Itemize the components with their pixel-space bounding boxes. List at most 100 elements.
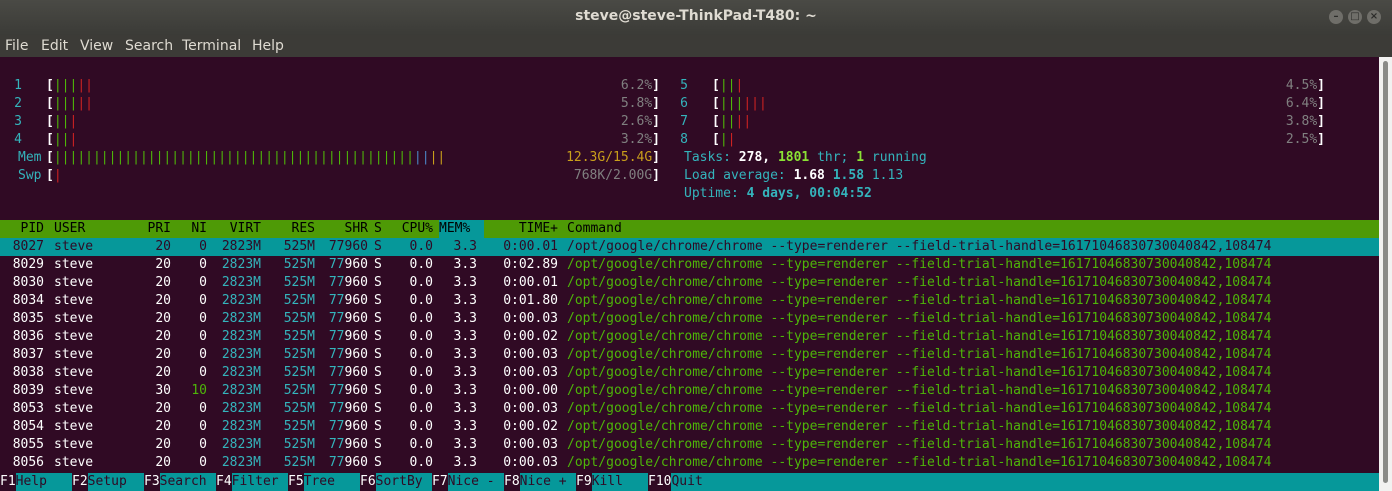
process-row[interactable]: 8027 steve 20 0 2823M 525M 77960 S 0.0 3.3 0:00.01…: [0, 238, 1379, 256]
column-header-time-[interactable]: TIME+: [485, 220, 558, 238]
process-cpu: 0.0: [409, 311, 433, 326]
process-ni: 0: [199, 311, 207, 326]
process-res: 525M: [283, 401, 315, 416]
fkey-search[interactable]: F3Search: [144, 473, 217, 491]
column-header-cpu-[interactable]: CPU%: [390, 220, 433, 238]
column-header-pid[interactable]: PID: [0, 220, 44, 238]
cpu-bar: [|||: [712, 77, 743, 95]
menu-terminal[interactable]: Terminal: [182, 38, 241, 54]
fkey-filter[interactable]: F4Filter: [216, 473, 289, 491]
fkey-help[interactable]: F1Help: [0, 473, 73, 491]
menu-edit[interactable]: Edit: [41, 38, 68, 54]
process-ni: 0: [199, 419, 207, 434]
mem-meter: Mem [||||||||||||||||||||||||||||||||||||…: [0, 149, 700, 167]
fkey-nice[interactable]: F8Nice +: [504, 473, 577, 491]
fkey-key: F3: [144, 474, 160, 489]
column-header-virt[interactable]: VIRT: [210, 220, 261, 238]
process-shr: 77960: [318, 364, 368, 382]
process-row[interactable]: 8035 steve 20 0 2823M 525M 77960 S 0.0 3.3 0:00.03…: [0, 310, 1379, 328]
column-header-command[interactable]: Command: [567, 220, 1379, 238]
process-s: S: [374, 401, 382, 416]
process-virt: 2823M: [221, 419, 261, 434]
load-1: 1.68: [793, 168, 833, 183]
process-user: steve: [54, 347, 94, 362]
cpu-bar-bracket: [: [712, 132, 720, 147]
minimize-icon[interactable]: –: [1329, 10, 1343, 24]
process-s: S: [374, 437, 382, 452]
process-pri: 20: [155, 329, 171, 344]
column-header-user[interactable]: USER: [54, 220, 124, 238]
fkey-kill[interactable]: F9Kill: [576, 473, 649, 491]
process-mem: 3.3: [453, 329, 477, 344]
process-row[interactable]: 8030 steve 20 0 2823M 525M 77960 S 0.0 3.3 0:00.01…: [0, 274, 1379, 292]
process-cpu: 0.0: [409, 275, 433, 290]
process-row[interactable]: 8039 steve 30 10 2823M 525M 77960 S 0.0 3.3 0:00.0…: [0, 382, 1379, 400]
process-row[interactable]: 8037 steve 20 0 2823M 525M 77960 S 0.0 3.3 0:00.03…: [0, 346, 1379, 364]
swap-value-text: 768K/2.00G: [573, 168, 653, 183]
process-row[interactable]: 8055 steve 20 0 2823M 525M 77960 S 0.0 3.3 0:00.03…: [0, 436, 1379, 454]
fkey-label: Tree: [303, 473, 361, 491]
process-mem: 3.3: [453, 275, 477, 290]
mem-bar-tick: |: [265, 150, 274, 165]
cpu-bar-bracket-close: ]: [1317, 114, 1325, 129]
column-header-ni[interactable]: NI: [175, 220, 207, 238]
column-header-s[interactable]: S: [374, 220, 388, 238]
process-shr: 77960: [318, 382, 368, 400]
load-average-line: Load average: 1.68 1.58 1.13: [684, 167, 903, 185]
menu-search[interactable]: Search: [125, 38, 173, 54]
mem-bar-tick: |: [374, 150, 383, 165]
fkey-sortby[interactable]: F6SortBy: [360, 473, 433, 491]
process-res: 525M: [283, 437, 315, 452]
column-header-shr[interactable]: SHR: [318, 220, 368, 238]
process-row[interactable]: 8034 steve 20 0 2823M 525M 77960 S 0.0 3.3 0:01.80…: [0, 292, 1379, 310]
window-titlebar[interactable]: steve@steve-ThinkPad-T480: ~ – □ ×: [0, 0, 1392, 36]
process-time: 0:00.01: [503, 239, 558, 254]
process-row[interactable]: 8053 steve 20 0 2823M 525M 77960 S 0.0 3.3 0:00.03…: [0, 400, 1379, 418]
uptime-label: Uptime:: [684, 186, 747, 201]
running-label: running: [864, 150, 927, 165]
maximize-icon[interactable]: □: [1348, 10, 1362, 24]
process-cmd: /opt/google/chrome/chrome --type=rendere…: [567, 455, 1272, 470]
cpu-bar-tick: |: [719, 96, 728, 111]
scrollbar[interactable]: [1379, 57, 1392, 491]
process-row[interactable]: 8029 steve 20 0 2823M 525M 77960 S 0.0 3.3 0:02.89…: [0, 256, 1379, 274]
column-header-mem-[interactable]: MEM%: [439, 220, 484, 238]
process-cmd: /opt/google/chrome/chrome --type=rendere…: [567, 437, 1272, 452]
fkey-nice[interactable]: F7Nice -: [432, 473, 505, 491]
process-table-header[interactable]: PID USER PRI NI VIRT RES SHR S CPU% MEM% TIME+ Comm…: [0, 220, 1379, 238]
process-row[interactable]: 8038 steve 20 0 2823M 525M 77960 S 0.0 3.3 0:00.03…: [0, 364, 1379, 382]
process-s: S: [374, 293, 382, 308]
process-cmd: /opt/google/chrome/chrome --type=rendere…: [567, 257, 1272, 272]
fkey-setup[interactable]: F2Setup: [72, 473, 145, 491]
column-header-pri[interactable]: PRI: [130, 220, 171, 238]
scrollbar-thumb[interactable]: [1383, 61, 1388, 483]
mem-bar-tick: |: [327, 150, 336, 165]
menu-file[interactable]: File: [5, 38, 28, 54]
process-row[interactable]: 8056 steve 20 0 2823M 525M 77960 S 0.0 3.3 0:00.03…: [0, 454, 1379, 472]
fkey-tree[interactable]: F5Tree: [288, 473, 361, 491]
process-row[interactable]: 8036 steve 20 0 2823M 525M 77960 S 0.0 3.3 0:00.02…: [0, 328, 1379, 346]
process-shr-rest: 960: [344, 329, 368, 344]
menu-help[interactable]: Help: [252, 38, 284, 54]
menu-view[interactable]: View: [80, 38, 113, 54]
process-pid: 8036: [12, 329, 44, 344]
process-pri: 30: [155, 383, 171, 398]
tasks-label: Tasks:: [684, 150, 739, 165]
mem-bar-tick: |: [273, 150, 281, 165]
load-15: 1.13: [871, 168, 904, 183]
close-icon[interactable]: ×: [1367, 10, 1381, 24]
process-cmd: /opt/google/chrome/chrome --type=rendere…: [567, 383, 1272, 398]
fkey-key: F7: [432, 474, 448, 489]
process-shr-rest: 960: [344, 347, 368, 362]
mem-bar-tick: |: [304, 150, 313, 165]
process-cmd: /opt/google/chrome/chrome --type=rendere…: [567, 419, 1272, 434]
fkey-quit[interactable]: F10Quit: [648, 473, 1380, 491]
process-row[interactable]: 8054 steve 20 0 2823M 525M 77960 S 0.0 3.3 0:00.02…: [0, 418, 1379, 436]
process-user: steve: [54, 437, 94, 452]
process-res: 525M: [283, 311, 315, 326]
cpu-bar-bracket: [: [712, 96, 720, 111]
process-cpu: 0.0: [409, 329, 433, 344]
process-res: 525M: [283, 365, 315, 380]
process-pri: 20: [155, 311, 171, 326]
column-header-res[interactable]: RES: [265, 220, 315, 238]
